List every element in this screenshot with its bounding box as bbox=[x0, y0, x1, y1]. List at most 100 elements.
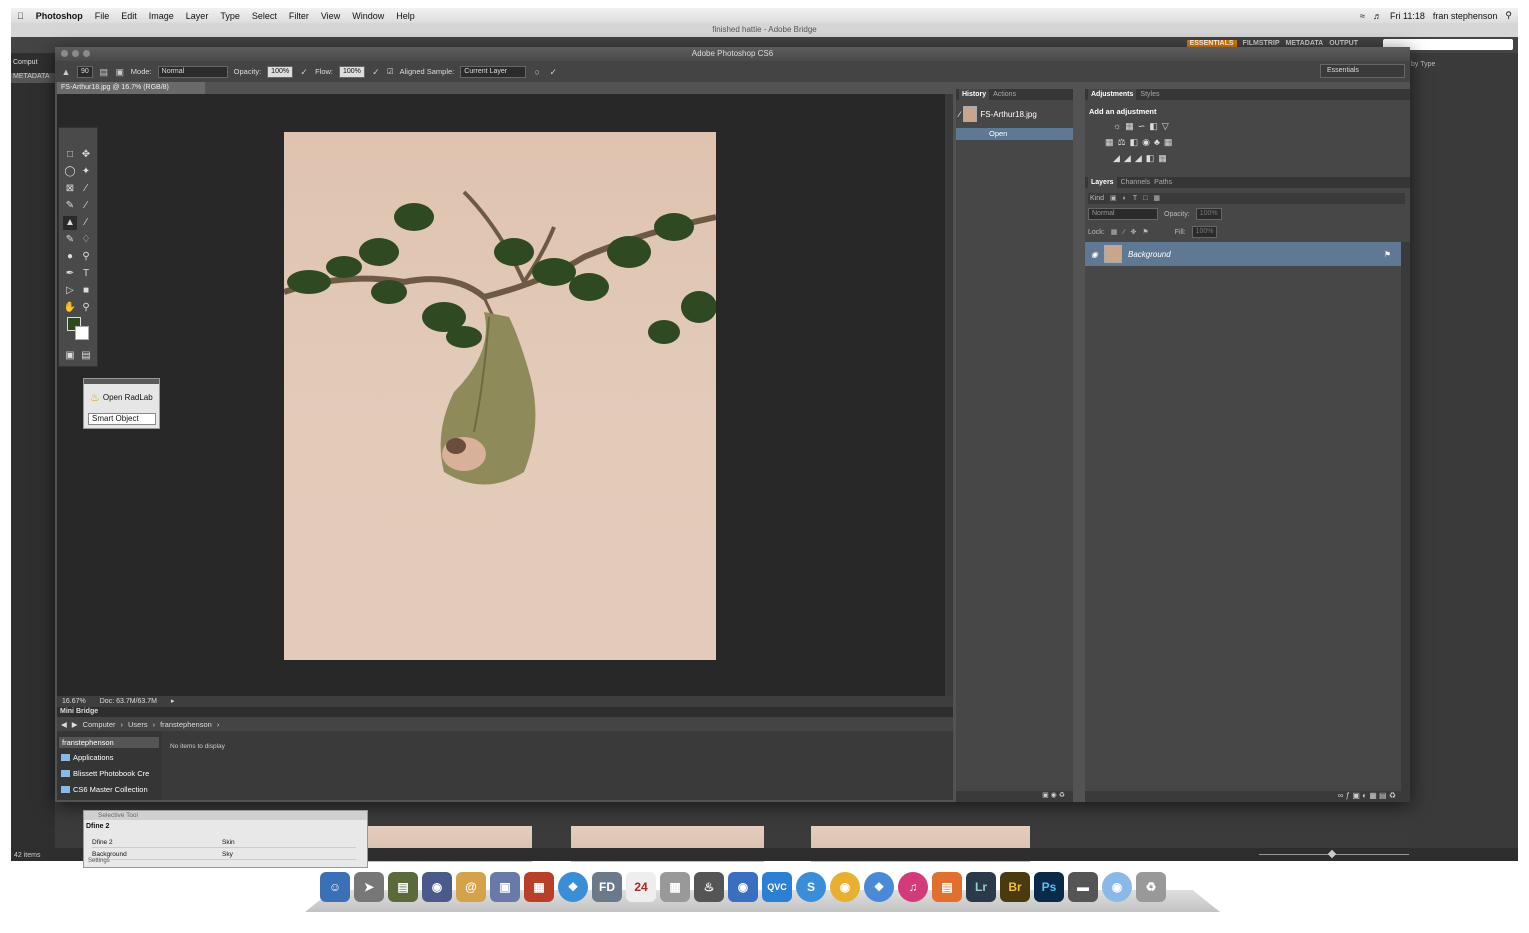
open-radlab-button[interactable]: ♨ Open RadLab bbox=[90, 391, 153, 404]
add-mask-icon[interactable]: ▣ bbox=[1352, 791, 1360, 800]
radlab-mode-select[interactable]: Smart Object bbox=[88, 413, 156, 425]
hue-saturation-icon[interactable]: ▦ bbox=[1105, 137, 1114, 148]
threshold-icon[interactable]: ◢ bbox=[1135, 153, 1142, 164]
tab-history[interactable]: History bbox=[959, 89, 990, 100]
curves-icon[interactable]: ∽ bbox=[1138, 121, 1146, 132]
calculator-icon[interactable]: ▦ bbox=[660, 872, 690, 902]
mode-select[interactable]: Normal bbox=[157, 65, 228, 78]
airbrush-icon[interactable]: ✓ bbox=[371, 67, 381, 77]
link-layers-icon[interactable]: ∞ bbox=[1338, 791, 1344, 800]
path-user[interactable]: franstephenson bbox=[160, 720, 212, 729]
workspace-metadata[interactable]: METADATA bbox=[1286, 40, 1324, 47]
minimize-button[interactable] bbox=[72, 50, 79, 57]
photoshop-icon[interactable]: Ps bbox=[1034, 872, 1064, 902]
radlab-panel-header[interactable] bbox=[84, 379, 159, 384]
blend-mode-select[interactable]: Normal bbox=[1088, 208, 1158, 220]
menu-file[interactable]: File bbox=[89, 11, 116, 21]
ignore-adjustment-icon[interactable]: ○ bbox=[532, 67, 542, 77]
zoom-tool-icon[interactable]: ⚲ bbox=[79, 301, 93, 315]
bridge-sort-menu[interactable]: by Type bbox=[1411, 61, 1435, 68]
globe-icon[interactable]: ◉ bbox=[1102, 872, 1132, 902]
path-computer[interactable]: Computer bbox=[83, 720, 116, 729]
menu-window[interactable]: Window bbox=[346, 11, 390, 21]
apple-icon[interactable]:  bbox=[11, 11, 30, 21]
delete-layer-icon[interactable]: ♻ bbox=[1389, 791, 1396, 800]
history-brush-icon[interactable]: ∕ bbox=[79, 216, 93, 230]
clock[interactable]: Fri 11:18 bbox=[1390, 11, 1425, 21]
history-step-open[interactable]: Open bbox=[956, 128, 1073, 140]
volume-icon[interactable]: ♬ bbox=[1373, 11, 1382, 21]
visibility-eye-icon[interactable]: ◉ bbox=[1091, 250, 1098, 259]
photo-booth-icon[interactable]: ▦ bbox=[524, 872, 554, 902]
clone-stamp-icon[interactable]: ▲ bbox=[61, 67, 71, 77]
close-button[interactable] bbox=[61, 50, 68, 57]
lasso-tool-icon[interactable]: ◯ bbox=[63, 165, 77, 179]
filter-adjust-icon[interactable]: ◐ bbox=[1123, 193, 1127, 204]
lightroom-icon[interactable]: Lr bbox=[966, 872, 996, 902]
trash-icon[interactable]: ♻ bbox=[1059, 792, 1065, 799]
filter-shape-icon[interactable]: □ bbox=[1143, 193, 1147, 204]
fx-icon[interactable]: ƒ bbox=[1346, 791, 1350, 800]
lock-paint-icon[interactable]: ∕ bbox=[1123, 229, 1124, 236]
blur-tool-icon[interactable]: ● bbox=[63, 250, 77, 264]
back-icon[interactable]: ◀ bbox=[61, 720, 67, 729]
menu-layer[interactable]: Layer bbox=[180, 11, 215, 21]
move-tool-icon[interactable]: ✥ bbox=[79, 148, 93, 162]
utility-icon[interactable]: ♨ bbox=[694, 872, 724, 902]
marquee-tool-icon[interactable]: □ bbox=[63, 148, 77, 162]
document-tab[interactable]: FS-Arthur18.jpg @ 16.7% (RGB/8) bbox=[57, 82, 205, 94]
drive-icon[interactable]: ▬ bbox=[1068, 872, 1098, 902]
selective-tool-title[interactable]: Selective Tool bbox=[84, 811, 367, 820]
contacts-icon[interactable]: @ bbox=[456, 872, 486, 902]
clone-stamp-tool-icon[interactable]: ▲ bbox=[63, 216, 77, 230]
menu-view[interactable]: View bbox=[315, 11, 346, 21]
menu-help[interactable]: Help bbox=[390, 11, 421, 21]
zoom-level[interactable]: 16.67% bbox=[62, 696, 86, 707]
tab-channels[interactable]: Channels bbox=[1121, 177, 1151, 188]
zoom-button[interactable] bbox=[83, 50, 90, 57]
lock-position-icon[interactable]: ✥ bbox=[1131, 228, 1137, 236]
workspace-output[interactable]: OUTPUT bbox=[1329, 40, 1358, 47]
browser-icon[interactable]: ❖ bbox=[864, 872, 894, 902]
chrome-icon[interactable]: ◉ bbox=[830, 872, 860, 902]
trash-dock-icon[interactable]: ♻ bbox=[1136, 872, 1166, 902]
user-name[interactable]: fran stephenson bbox=[1433, 11, 1498, 21]
facetime-icon[interactable]: ◉ bbox=[422, 872, 452, 902]
safari-icon[interactable]: ❖ bbox=[558, 872, 588, 902]
clone-source-icon[interactable]: ▣ bbox=[115, 67, 125, 77]
crop-tool-icon[interactable]: ⊠ bbox=[63, 182, 77, 196]
menu-app-photoshop[interactable]: Photoshop bbox=[30, 11, 89, 21]
new-document-icon[interactable]: ▣ bbox=[1042, 792, 1049, 799]
rectangle-tool-icon[interactable]: ■ bbox=[79, 284, 93, 298]
layers-scrollbar[interactable] bbox=[1401, 242, 1410, 792]
lock-all-icon[interactable]: ⚑ bbox=[1142, 228, 1148, 236]
brush-tool-icon[interactable]: ∕ bbox=[79, 199, 93, 213]
app-orange-icon[interactable]: ▤ bbox=[932, 872, 962, 902]
tab-layers[interactable]: Layers bbox=[1088, 177, 1117, 188]
menu-edit[interactable]: Edit bbox=[115, 11, 143, 21]
bridge-icon[interactable]: Br bbox=[1000, 872, 1030, 902]
skype-icon[interactable]: S bbox=[796, 872, 826, 902]
filter-smart-icon[interactable]: ▦ bbox=[1153, 193, 1160, 204]
screen-mode-icon[interactable]: ▤ bbox=[79, 349, 93, 363]
quick-select-icon[interactable]: ✦ bbox=[79, 165, 93, 179]
posterize-icon[interactable]: ◢ bbox=[1124, 153, 1131, 164]
new-group-icon[interactable]: ▦ bbox=[1369, 791, 1377, 800]
aligned-checkbox[interactable]: ☑ bbox=[387, 67, 394, 76]
vibrance-icon[interactable]: ▽ bbox=[1162, 121, 1169, 132]
folder-cs6[interactable]: CS6 Master Collection bbox=[61, 785, 148, 794]
mini-bridge-tab[interactable]: Mini Bridge bbox=[57, 707, 953, 717]
workspace-essentials[interactable]: ESSENTIALS bbox=[1186, 40, 1237, 47]
app-icon[interactable]: ◉ bbox=[728, 872, 758, 902]
eyedropper-icon[interactable]: ∕ bbox=[79, 182, 93, 196]
wifi-icon[interactable]: ≈ bbox=[1360, 11, 1365, 21]
layer-row-background[interactable]: ◉ Background ⚑ bbox=[1085, 242, 1401, 266]
selective-tool-row[interactable]: Dfine 2 Skin bbox=[92, 839, 356, 848]
black-white-icon[interactable]: ◧ bbox=[1130, 137, 1139, 148]
tab-adjustments[interactable]: Adjustments bbox=[1088, 89, 1137, 100]
selective-color-icon[interactable]: ▦ bbox=[1158, 153, 1167, 164]
tab-styles[interactable]: Styles bbox=[1140, 89, 1159, 100]
pressure-opacity-icon[interactable]: ✓ bbox=[299, 67, 309, 77]
invert-icon[interactable]: ◢ bbox=[1113, 153, 1120, 164]
brightness-icon[interactable]: ☼ bbox=[1113, 121, 1121, 132]
